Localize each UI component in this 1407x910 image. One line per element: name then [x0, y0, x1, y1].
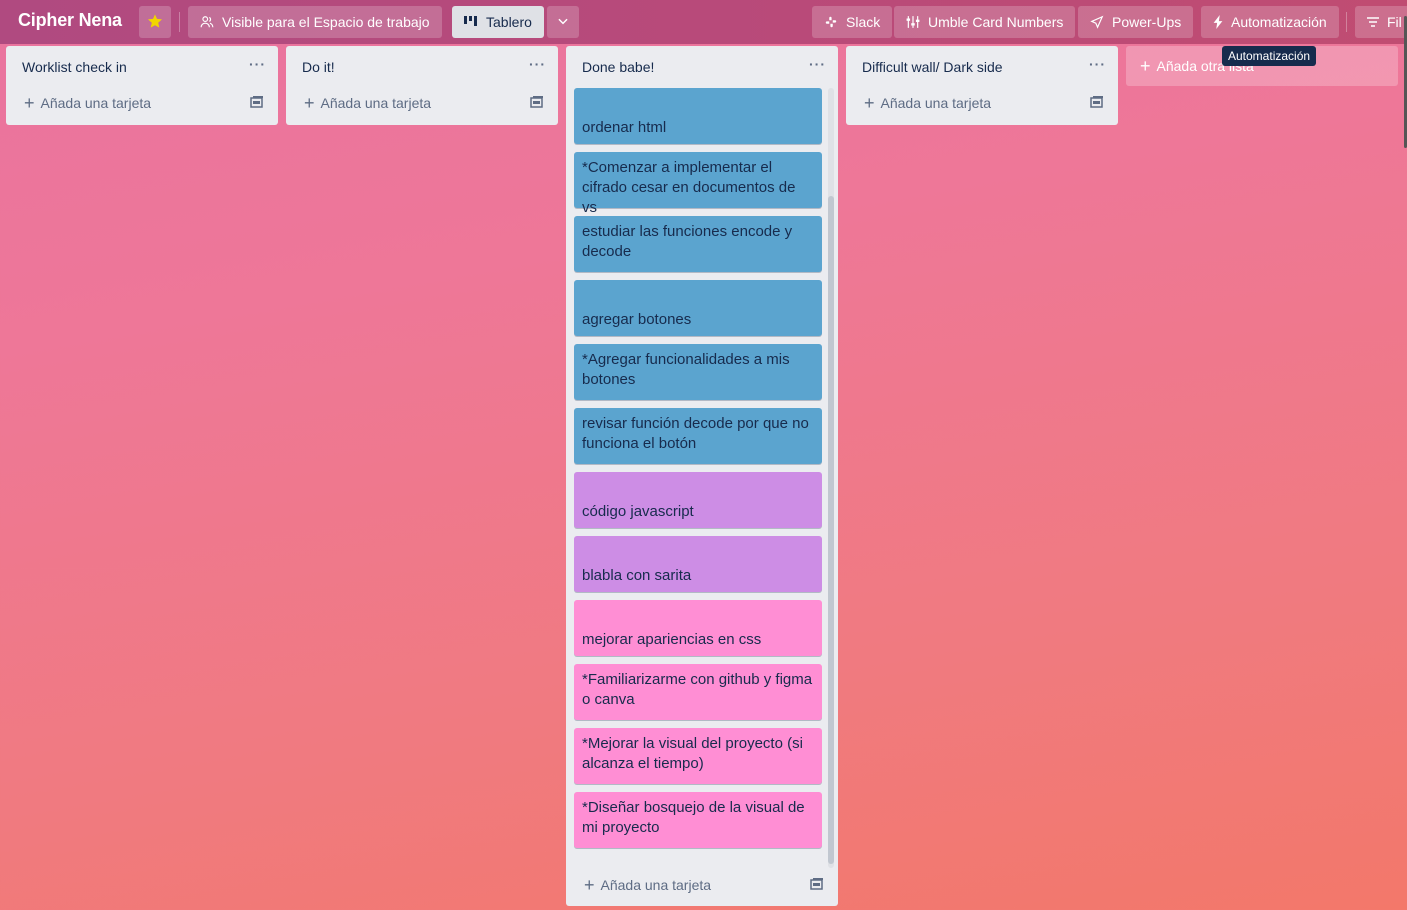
list-title[interactable]: Worklist check in: [22, 59, 127, 75]
card[interactable]: mejorar apariencias en css: [574, 600, 822, 656]
board-header: Cipher Nena Visible para el Espacio de t…: [0, 0, 1407, 44]
filter-button[interactable]: Fil: [1355, 6, 1407, 38]
list-header[interactable]: Difficult wall/ Dark side ···: [846, 46, 1118, 86]
card[interactable]: *Comenzar a implementar el cifrado cesar…: [574, 152, 822, 216]
people-icon: [200, 15, 214, 29]
card[interactable]: *Agregar funcionalidades a mis botones: [574, 344, 822, 400]
board-view-icon: [464, 16, 478, 28]
umble-card-numbers-button[interactable]: Umble Card Numbers: [894, 6, 1076, 38]
list-menu-icon[interactable]: ···: [1089, 56, 1106, 72]
card[interactable]: estudiar las funciones encode y decode: [574, 216, 822, 272]
list-done-babe: Done babe! ··· ordenar html *Comenzar a i…: [566, 46, 838, 906]
lightning-icon: [1213, 15, 1223, 29]
visibility-label: Visible para el Espacio de trabajo: [222, 14, 430, 30]
add-card-button[interactable]: + Añada una tarjeta: [566, 868, 838, 902]
automation-label: Automatización: [1231, 14, 1327, 30]
view-label: Tablero: [486, 14, 532, 30]
add-card-button[interactable]: + Añada una tarjeta: [846, 86, 1118, 120]
add-card-label: Añada una tarjeta: [320, 95, 432, 111]
list-scrollbar-thumb[interactable]: [828, 196, 834, 864]
sliders-icon: [906, 15, 920, 29]
rocket-icon: [1090, 15, 1104, 29]
power-ups-button[interactable]: Power-Ups: [1078, 6, 1194, 38]
view-switcher-button[interactable]: Tablero: [452, 6, 544, 38]
list-scrollbar[interactable]: [828, 88, 834, 868]
automation-button[interactable]: Automatización: [1201, 6, 1339, 38]
card[interactable]: revisar función decode por que no funcio…: [574, 408, 822, 464]
list-difficult-wall: Difficult wall/ Dark side ··· + Añada un…: [846, 46, 1118, 125]
plus-icon: +: [584, 875, 595, 895]
card[interactable]: *Mejorar la visual del proyecto (si alca…: [574, 728, 822, 784]
view-dropdown-button[interactable]: [547, 6, 579, 38]
card[interactable]: ordenar html: [574, 88, 822, 144]
power-ups-label: Power-Ups: [1112, 14, 1182, 30]
plus-icon: +: [304, 93, 315, 113]
slack-label: Slack: [846, 14, 881, 30]
list-title[interactable]: Do it!: [302, 59, 335, 75]
list-menu-icon[interactable]: ···: [809, 56, 826, 72]
list-menu-icon[interactable]: ···: [249, 56, 266, 72]
automation-tooltip: Automatización: [1222, 46, 1317, 66]
card[interactable]: agregar botones: [574, 280, 822, 336]
list-header[interactable]: Done babe! ···: [566, 46, 838, 88]
card[interactable]: *Familiarizarme con github y figma o can…: [574, 664, 822, 720]
card-template-icon[interactable]: [250, 95, 264, 112]
list-header[interactable]: Do it! ···: [286, 46, 558, 86]
slack-button[interactable]: Slack: [812, 6, 893, 38]
card-list: ordenar html *Comenzar a implementar el c…: [566, 88, 838, 868]
board-title[interactable]: Cipher Nena: [18, 10, 122, 31]
slack-icon: [824, 15, 838, 29]
add-card-label: Añada una tarjeta: [880, 95, 992, 111]
visibility-button[interactable]: Visible para el Espacio de trabajo: [188, 6, 442, 38]
add-card-button[interactable]: + Añada una tarjeta: [6, 86, 278, 120]
card[interactable]: *Diseñar bosquejo de la visual de mi pro…: [574, 792, 822, 848]
header-divider: [179, 12, 180, 32]
filter-icon: [1367, 16, 1379, 28]
chevron-down-icon: [556, 14, 570, 31]
plus-icon: +: [1140, 55, 1151, 76]
add-card-label: Añada una tarjeta: [40, 95, 152, 111]
card-template-icon[interactable]: [1090, 95, 1104, 112]
list-do-it: Do it! ··· + Añada una tarjeta: [286, 46, 558, 125]
list-menu-icon[interactable]: ···: [529, 56, 546, 72]
star-button[interactable]: [139, 6, 171, 38]
card[interactable]: código javascript: [574, 472, 822, 528]
filter-label: Fil: [1387, 14, 1402, 30]
card-template-icon[interactable]: [810, 877, 824, 894]
card-template-icon[interactable]: [530, 95, 544, 112]
umble-label: Umble Card Numbers: [928, 14, 1064, 30]
star-icon: [147, 13, 163, 32]
add-card-button[interactable]: + Añada una tarjeta: [286, 86, 558, 120]
header-divider-right: [1346, 12, 1347, 32]
add-card-label: Añada una tarjeta: [600, 877, 712, 893]
plus-icon: +: [864, 93, 875, 113]
card[interactable]: blabla con sarita: [574, 536, 822, 592]
list-worklist-check-in: Worklist check in ··· + Añada una tarjet…: [6, 46, 278, 125]
plus-icon: +: [24, 93, 35, 113]
list-header[interactable]: Worklist check in ···: [6, 46, 278, 86]
list-title[interactable]: Done babe!: [582, 59, 654, 75]
list-title[interactable]: Difficult wall/ Dark side: [862, 59, 1003, 75]
